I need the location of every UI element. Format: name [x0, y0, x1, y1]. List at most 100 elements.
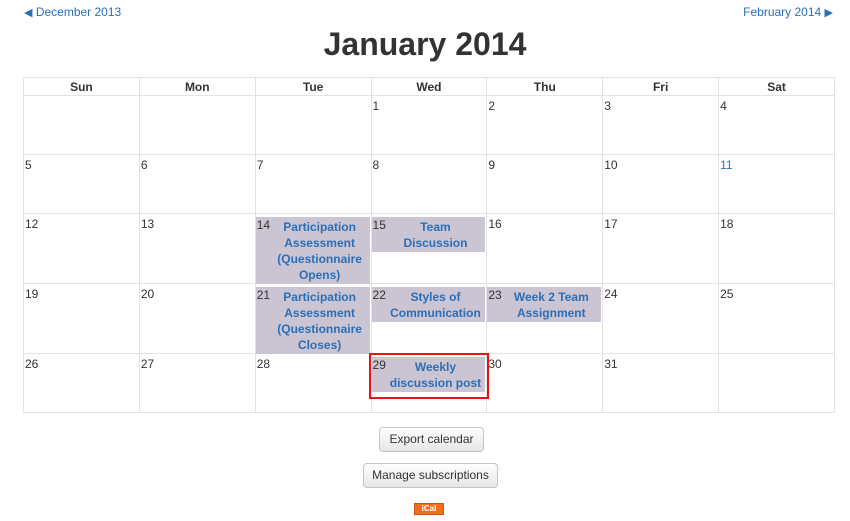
arrow-left-icon: ◀ [24, 7, 33, 19]
day-number: 23 [488, 288, 502, 302]
day-cell-with-event: 14 Participation Assessment (Questionnai… [254, 213, 372, 284]
day-number: 21 [256, 288, 271, 302]
weekday-header: Sun [23, 77, 140, 96]
week-row: 26 27 28 29 Weekly discussion post 30 31 [23, 353, 835, 413]
day-cell: 6 [138, 154, 256, 214]
day-number: 14 [256, 218, 271, 232]
day-cell-empty [138, 95, 256, 155]
day-cell-with-event: 23 Week 2 Team Assignment [486, 283, 604, 354]
day-number: 24 [604, 287, 618, 301]
event-box: 23 Week 2 Team Assignment [487, 287, 602, 322]
day-cell: 13 [138, 213, 256, 284]
week-row: 12 13 14 Participation Assessment (Quest… [23, 213, 835, 284]
event-box: 22 Styles of Communication [371, 287, 486, 322]
day-cell: 17 [602, 213, 720, 284]
day-number: 26 [25, 357, 39, 371]
day-cell: 5 [23, 154, 140, 214]
day-number: 8 [372, 158, 380, 172]
day-cell: 4 [718, 95, 835, 155]
day-cell: 1 [370, 95, 488, 155]
weekday-header: Thu [486, 77, 604, 96]
day-cell: 30 [486, 353, 604, 413]
arrow-right-icon: ▶ [824, 7, 833, 19]
day-cell: 3 [602, 95, 720, 155]
day-number: 30 [488, 357, 502, 371]
day-number: 11 [720, 158, 733, 172]
day-cell: 7 [254, 154, 372, 214]
day-number: 17 [604, 217, 618, 231]
day-number: 27 [140, 357, 155, 371]
day-number: 15 [372, 218, 386, 232]
next-month-label: February 2014 [743, 5, 822, 19]
day-number: 10 [604, 158, 618, 172]
weekday-header: Sat [718, 77, 835, 96]
event-link-week2-team-assignment[interactable]: Week 2 Team Assignment [503, 287, 599, 321]
event-link-participation-closes[interactable]: Participation Assessment (Questionnaire … [272, 287, 368, 353]
event-link-weekly-discussion-post[interactable]: Weekly discussion post [388, 357, 484, 391]
day-number: 9 [488, 158, 496, 172]
prev-month-label: December 2013 [35, 5, 122, 19]
week-row: 5 6 7 8 9 10 11 [23, 154, 835, 214]
day-cell: 9 [486, 154, 604, 214]
day-cell-empty [254, 95, 372, 155]
day-cell: 25 [718, 283, 835, 354]
day-number: 18 [720, 217, 734, 231]
day-cell: 20 [138, 283, 256, 354]
export-calendar-button[interactable]: Export calendar [379, 427, 484, 452]
day-cell-empty [23, 95, 140, 155]
day-cell: 28 [254, 353, 372, 413]
month-title: January 2014 [323, 26, 527, 62]
ical-icon[interactable]: iCal [414, 503, 444, 515]
weekday-header: Tue [254, 77, 372, 96]
day-cell-with-event: 22 Styles of Communication [370, 283, 488, 354]
event-link-styles-of-communication[interactable]: Styles of Communication [388, 287, 484, 321]
calendar-grid: Sun Mon Tue Wed Thu Fri Sat 1 2 3 4 5 6 … [23, 77, 835, 413]
next-month-link[interactable]: February 2014 ▶ [743, 5, 833, 19]
event-link-participation-opens[interactable]: Participation Assessment (Questionnaire … [272, 217, 368, 283]
weekday-header: Fri [602, 77, 720, 96]
event-box: 15 Team Discussion [371, 217, 486, 252]
day-number: 31 [604, 357, 618, 371]
event-box: 21 Participation Assessment (Questionnai… [255, 287, 370, 354]
day-number: 1 [372, 99, 380, 113]
day-number: 7 [256, 158, 264, 172]
day-cell: 27 [138, 353, 256, 413]
day-cell-empty [718, 353, 835, 413]
day-number: 28 [256, 357, 271, 371]
day-cell-with-event: 15 Team Discussion [370, 213, 488, 284]
day-cell: 19 [23, 283, 140, 354]
day-number: 13 [140, 217, 155, 231]
event-box: 14 Participation Assessment (Questionnai… [255, 217, 370, 284]
weekday-header: Wed [370, 77, 488, 96]
day-cell: 16 [486, 213, 604, 284]
day-number: 5 [25, 158, 32, 172]
day-number: 4 [720, 99, 727, 113]
day-cell: 2 [486, 95, 604, 155]
day-cell-with-event: 21 Participation Assessment (Questionnai… [254, 283, 372, 354]
manage-subscriptions-button[interactable]: Manage subscriptions [363, 463, 498, 488]
week-row: 19 20 21 Participation Assessment (Quest… [23, 283, 835, 354]
day-number: 19 [25, 287, 39, 301]
day-number: 3 [604, 99, 611, 113]
day-number: 25 [720, 287, 734, 301]
day-number: 29 [372, 358, 386, 372]
day-cell-with-event: 29 Weekly discussion post [370, 353, 488, 413]
day-cell: 12 [23, 213, 140, 284]
weekday-header: Mon [138, 77, 256, 96]
day-cell: 10 [602, 154, 720, 214]
day-cell: 26 [23, 353, 140, 413]
day-cell: 24 [602, 283, 720, 354]
event-box: 29 Weekly discussion post [371, 357, 486, 392]
day-number: 6 [140, 158, 148, 172]
day-number: 2 [488, 99, 496, 113]
prev-month-link[interactable]: ◀ December 2013 [24, 5, 121, 19]
day-cell: 18 [718, 213, 835, 284]
day-cell: 8 [370, 154, 488, 214]
day-cell: 11 [718, 154, 835, 214]
day-number: 12 [25, 217, 39, 231]
week-row: 1 2 3 4 [23, 95, 835, 155]
event-link-team-discussion[interactable]: Team Discussion [388, 217, 484, 251]
day-number: 20 [140, 287, 155, 301]
day-number: 22 [372, 288, 386, 302]
day-cell: 31 [602, 353, 720, 413]
